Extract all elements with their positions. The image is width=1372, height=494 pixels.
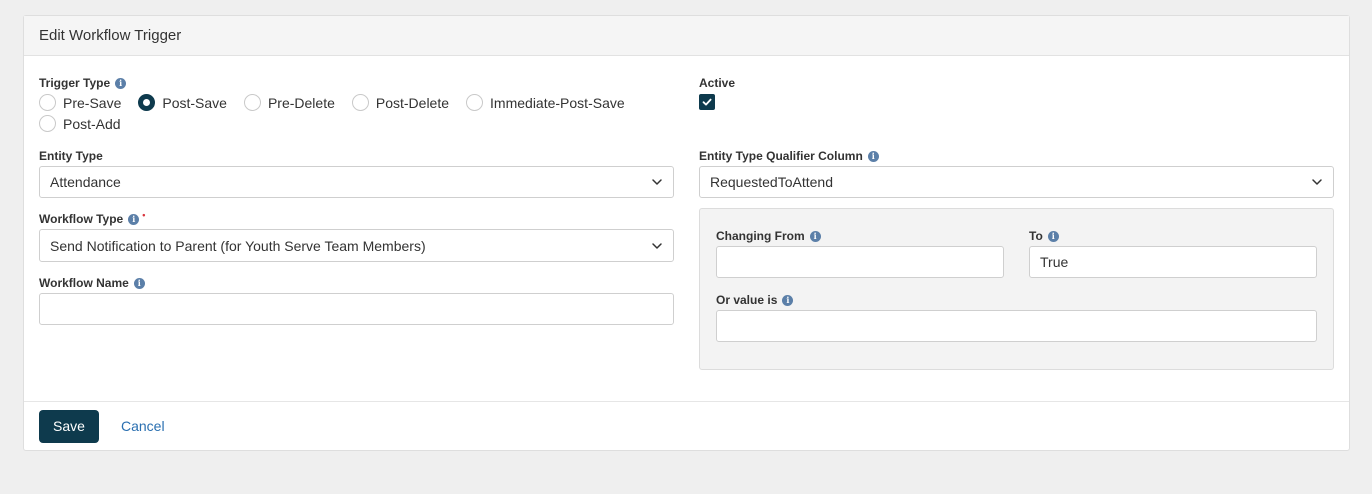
entity-type-label: Entity Type: [39, 149, 103, 163]
panel-heading: Edit Workflow Trigger: [24, 16, 1349, 56]
info-icon[interactable]: i: [1047, 230, 1059, 242]
active-checkbox[interactable]: [699, 94, 715, 110]
workflow-type-label-text: Workflow Type: [39, 212, 124, 226]
to-label: To i: [1029, 229, 1059, 243]
qualifier-values-panel: Changing From i To i True Or value is i: [699, 208, 1334, 370]
chevron-down-icon: [1312, 179, 1322, 185]
workflow-type-select[interactable]: Send Notification to Parent (for Youth S…: [39, 229, 674, 262]
trigger-type-label-text: Trigger Type: [39, 76, 111, 90]
info-icon[interactable]: i: [867, 150, 879, 162]
changing-from-label-text: Changing From: [716, 229, 805, 243]
to-input[interactable]: True: [1029, 246, 1317, 278]
info-icon[interactable]: i: [133, 277, 145, 289]
check-icon: [702, 98, 712, 106]
radio-circle[interactable]: [39, 94, 56, 111]
or-value-is-input[interactable]: [716, 310, 1317, 342]
info-icon[interactable]: i: [809, 230, 821, 242]
trigger-type-label: Trigger Type i: [39, 76, 127, 90]
radio-circle[interactable]: [243, 94, 261, 111]
qualifier-column-label-text: Entity Type Qualifier Column: [699, 149, 863, 163]
radio-post-save[interactable]: Post-Save: [138, 94, 227, 111]
to-label-text: To: [1029, 229, 1043, 243]
save-button[interactable]: Save: [39, 409, 99, 443]
chevron-down-icon: [652, 242, 662, 249]
or-value-is-label: Or value is i: [716, 293, 794, 307]
radio-label: Immediate-Post-Save: [490, 94, 625, 111]
workflow-name-label: Workflow Name i: [39, 276, 145, 290]
radio-pre-delete[interactable]: Pre-Delete: [243, 94, 335, 111]
qualifier-column-value: RequestedToAttend: [710, 174, 833, 190]
chevron-down-icon: [652, 179, 662, 185]
changing-from-input[interactable]: [716, 246, 1004, 278]
workflow-name-label-text: Workflow Name: [39, 276, 129, 290]
changing-from-label: Changing From i: [716, 229, 821, 243]
active-label-text: Active: [699, 76, 736, 90]
radio-circle[interactable]: [39, 115, 56, 132]
entity-type-select[interactable]: Attendance: [39, 166, 674, 198]
workflow-type-value: Send Notification to Parent (for Youth S…: [50, 237, 426, 254]
or-value-is-label-text: Or value is: [716, 293, 778, 307]
workflow-name-input[interactable]: [39, 293, 674, 325]
cancel-link[interactable]: Cancel: [121, 418, 165, 434]
radio-post-delete[interactable]: Post-Delete: [351, 94, 450, 111]
radio-label: Pre-Save: [63, 94, 122, 111]
trigger-type-radio-group: Pre-Save Post-Save Pre-Delete Post-Delet…: [39, 94, 642, 111]
info-icon[interactable]: i: [128, 213, 140, 225]
radio-label: Post-Save: [162, 94, 227, 111]
radio-label: Pre-Delete: [267, 94, 335, 111]
workflow-type-label: Workflow Type i •: [39, 210, 146, 226]
active-label: Active: [699, 76, 735, 90]
radio-pre-save[interactable]: Pre-Save: [39, 94, 121, 111]
entity-type-value: Attendance: [50, 174, 121, 190]
required-indicator: •: [142, 210, 146, 220]
radio-label: Post-Add: [63, 115, 121, 132]
radio-circle-selected[interactable]: [138, 94, 156, 111]
info-icon[interactable]: i: [782, 294, 794, 306]
edit-workflow-trigger-panel: Edit Workflow Trigger Trigger Type i Pre…: [23, 15, 1350, 451]
panel-body: Trigger Type i Pre-Save Post-Save Pre-De…: [24, 56, 1349, 403]
radio-label: Post-Delete: [375, 94, 450, 111]
radio-circle[interactable]: [351, 94, 369, 111]
qualifier-column-select[interactable]: RequestedToAttend: [699, 166, 1334, 198]
info-icon[interactable]: i: [115, 77, 127, 89]
radio-post-add[interactable]: Post-Add: [39, 115, 121, 132]
to-value: True: [1040, 254, 1069, 270]
panel-footer: Save Cancel: [24, 401, 1349, 450]
entity-type-label-text: Entity Type: [39, 149, 103, 163]
radio-circle[interactable]: [466, 94, 484, 111]
trigger-type-radio-group-row2: Post-Add: [39, 115, 138, 132]
radio-immediate-post-save[interactable]: Immediate-Post-Save: [466, 94, 625, 111]
qualifier-column-label: Entity Type Qualifier Column i: [699, 149, 879, 163]
panel-title: Edit Workflow Trigger: [39, 27, 182, 44]
